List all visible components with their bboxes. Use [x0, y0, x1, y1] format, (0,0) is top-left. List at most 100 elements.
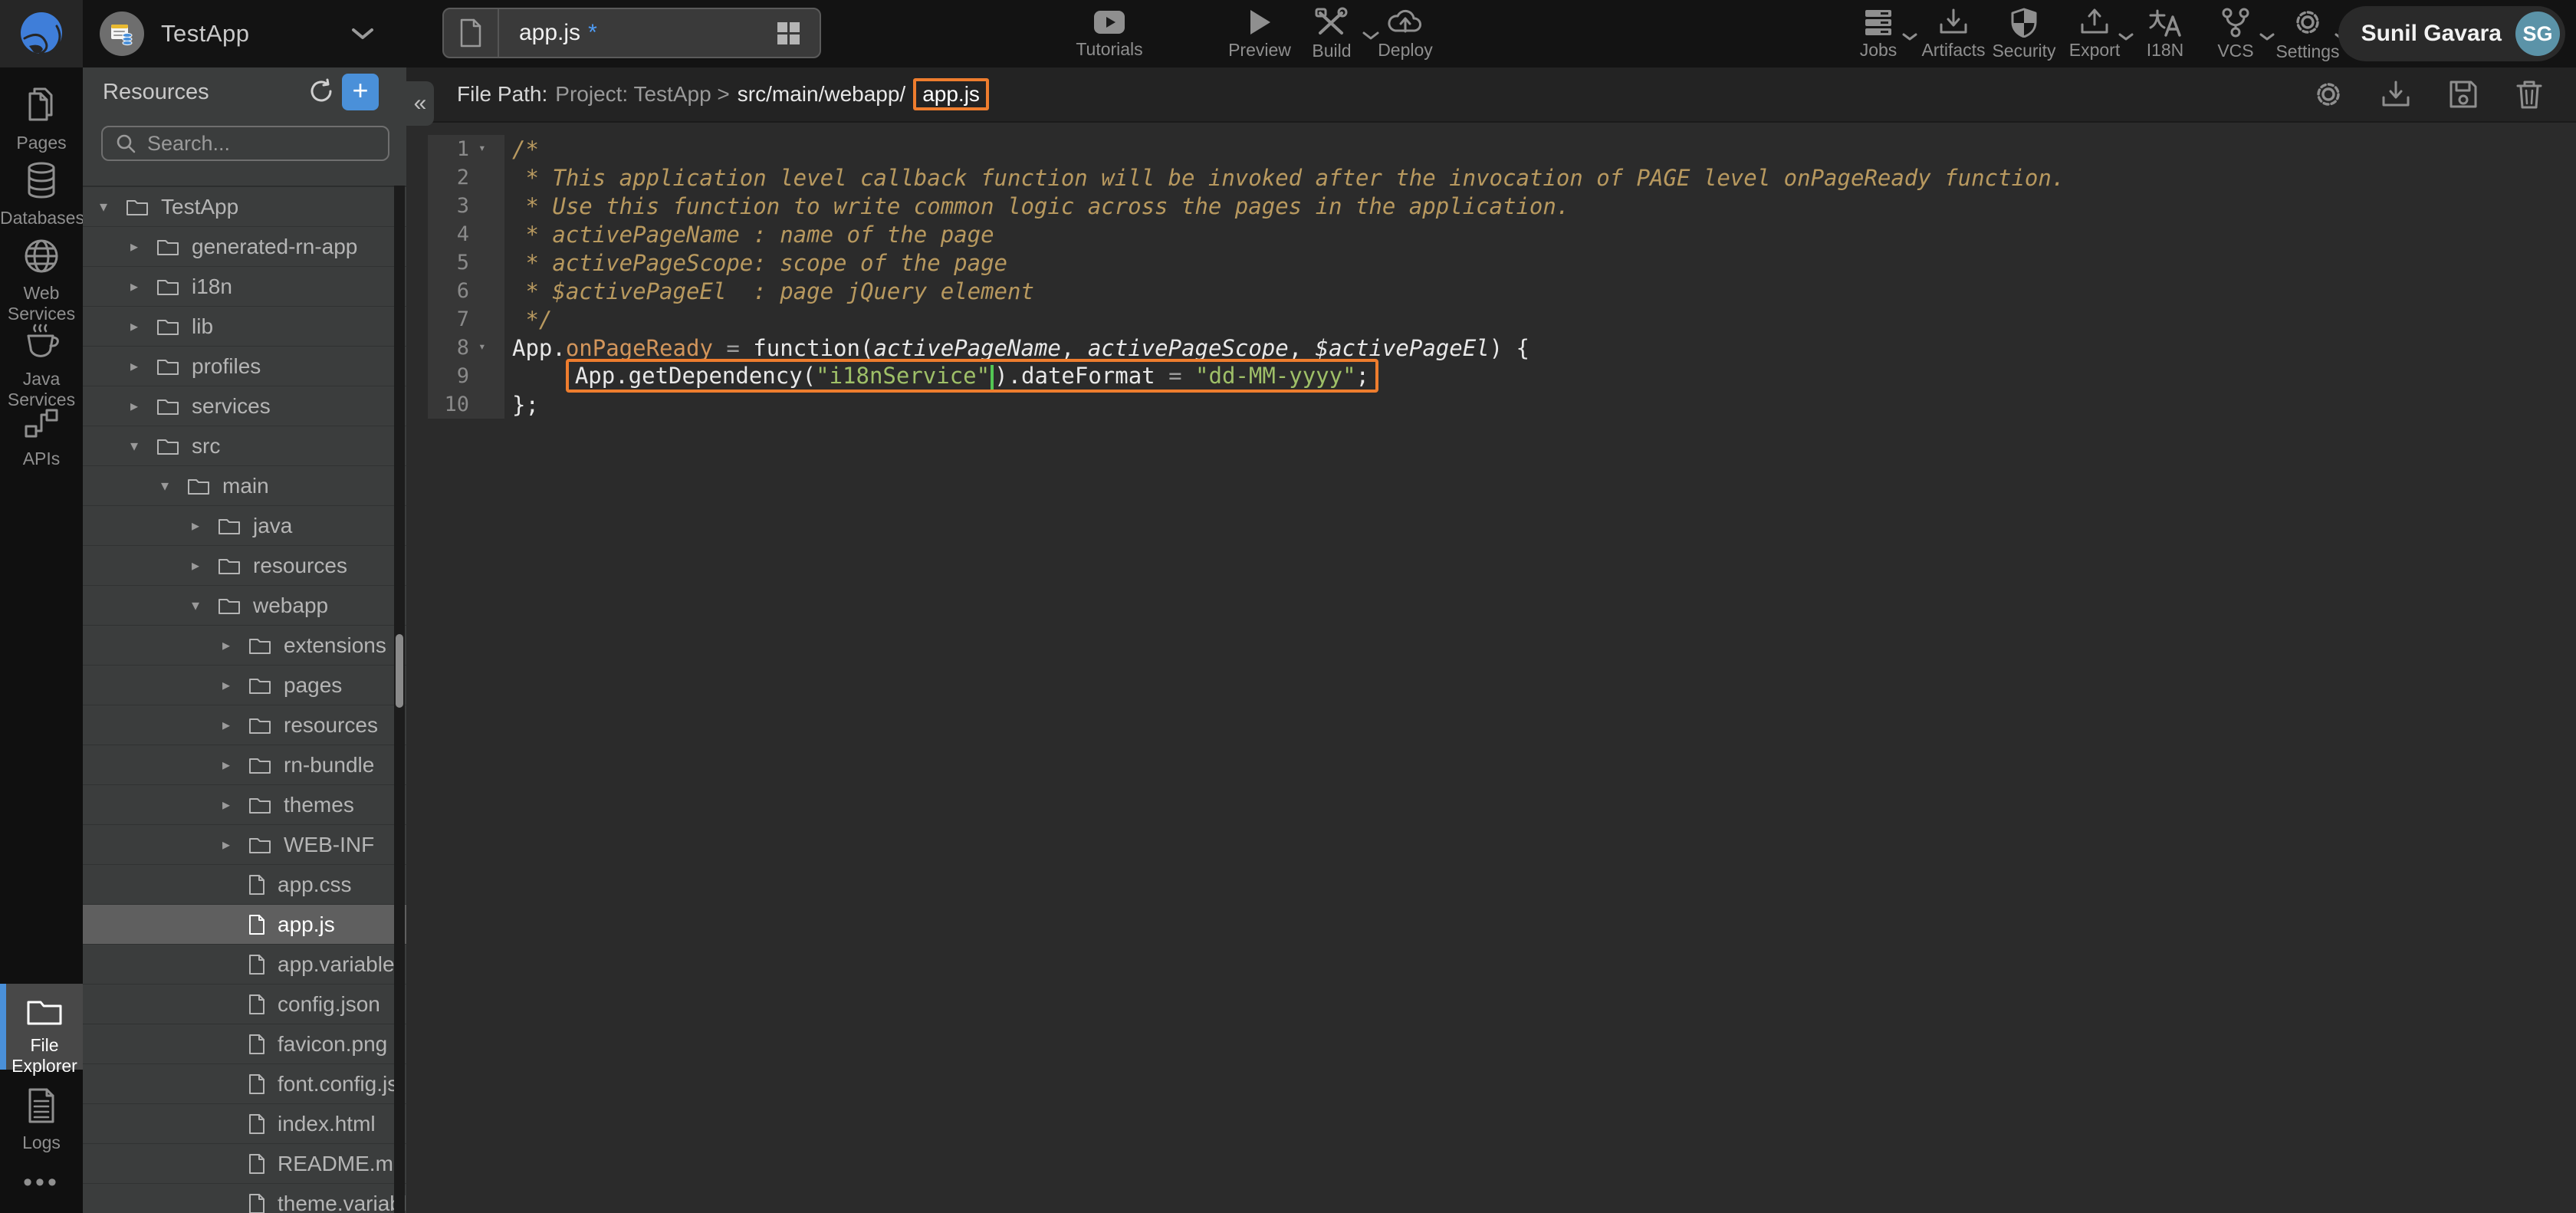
refresh-icon[interactable]	[307, 77, 336, 106]
tree-scrollbar-thumb[interactable]	[396, 634, 403, 708]
code-line-9[interactable]: 9 App.getDependency("i18nService").dateF…	[406, 362, 2576, 390]
tree-item-app.css[interactable]: app.css	[83, 865, 406, 905]
open-file-tab[interactable]: app.js *	[442, 8, 821, 58]
folder-icon	[25, 996, 64, 1027]
tree-item-i18n[interactable]: ▸i18n	[83, 267, 406, 307]
code-line-4[interactable]: 4 * activePageName : name of the page	[406, 220, 2576, 248]
settings-button[interactable]: Settings	[2269, 0, 2346, 67]
code-line-6[interactable]: 6 * $activePageEl : page jQuery element	[406, 277, 2576, 305]
tree-item-profiles[interactable]: ▸profiles	[83, 347, 406, 386]
tree-item-webapp[interactable]: ▾webapp	[83, 586, 406, 626]
tree-caret-icon[interactable]: ▸	[222, 676, 248, 695]
code-line-3[interactable]: 3 * Use this function to write common lo…	[406, 192, 2576, 220]
tree-caret-icon[interactable]: ▸	[130, 357, 156, 376]
tree-caret-icon[interactable]: ▸	[222, 636, 248, 655]
sidebar-item-web-services[interactable]: WebServices	[0, 238, 83, 324]
delete-icon[interactable]	[2515, 78, 2544, 110]
tree-caret-icon[interactable]: ▸	[192, 556, 218, 575]
code-line-7[interactable]: 7 */	[406, 305, 2576, 334]
sidebar-item-file-explorer[interactable]: FileExplorer	[0, 984, 83, 1070]
tree-item-README.md[interactable]: README.md	[83, 1144, 406, 1184]
add-resource-button[interactable]: +	[342, 74, 379, 110]
wavemaker-logo[interactable]	[0, 0, 83, 67]
grid-icon[interactable]	[775, 20, 801, 46]
tree-item-app.variables.js[interactable]: app.variables.js	[83, 945, 406, 985]
tutorials-button[interactable]: Tutorials	[1067, 0, 1152, 67]
project-selector[interactable]: TestApp	[100, 0, 374, 67]
build-button[interactable]: Build	[1290, 0, 1374, 67]
tree-item-favicon.png[interactable]: favicon.png	[83, 1024, 406, 1064]
chevron-down-icon[interactable]	[1901, 32, 1918, 41]
file-tree: ▾TestApp▸generated-rn-app▸i18n▸lib▸profi…	[83, 186, 406, 1213]
tree-caret-icon[interactable]: ▸	[222, 795, 248, 814]
code-line-1[interactable]: 1▾/*	[406, 135, 2576, 163]
code-area[interactable]: 1▾/*2 * This application level callback …	[406, 123, 2576, 1213]
more-options-button[interactable]: •••	[0, 1168, 83, 1198]
user-menu[interactable]: Sunil Gavara SG	[2338, 6, 2565, 61]
tree-item-index.html[interactable]: index.html	[83, 1104, 406, 1144]
tree-caret-icon[interactable]: ▸	[222, 755, 248, 774]
tutorials-label: Tutorials	[1076, 39, 1142, 60]
tree-item-label: app.variables.js	[278, 952, 406, 977]
download-file-icon[interactable]	[2380, 79, 2412, 110]
jobs-button[interactable]: Jobs	[1842, 0, 1915, 67]
tree-item-pages[interactable]: ▸pages	[83, 666, 406, 705]
tree-item-TestApp[interactable]: ▾TestApp	[83, 187, 406, 227]
security-button[interactable]: Security	[1987, 0, 2061, 67]
tree-item-label: lib	[192, 314, 213, 339]
fold-caret-icon[interactable]: ▾	[478, 334, 504, 362]
tree-item-font.config.js[interactable]: font.config.js	[83, 1064, 406, 1104]
search-icon	[115, 133, 136, 154]
code-line-2[interactable]: 2 * This application level callback func…	[406, 163, 2576, 192]
tree-caret-icon[interactable]: ▸	[222, 715, 248, 735]
tree-item-src[interactable]: ▾src	[83, 426, 406, 466]
save-icon[interactable]	[2447, 78, 2479, 110]
deploy-button[interactable]: Deploy	[1363, 0, 1447, 67]
tree-caret-icon[interactable]: ▸	[130, 237, 156, 256]
sidebar-item-logs[interactable]: Logs	[0, 1087, 83, 1153]
line-number: 2	[428, 163, 478, 192]
fold-gutter	[478, 277, 504, 305]
tree-caret-icon[interactable]: ▸	[222, 835, 248, 854]
fold-caret-icon[interactable]: ▾	[478, 135, 504, 163]
tree-item-generated-rn-app[interactable]: ▸generated-rn-app	[83, 227, 406, 267]
tree-item-resources[interactable]: ▸resources	[83, 705, 406, 745]
sidebar-item-pages[interactable]: Pages	[0, 86, 83, 153]
search-box[interactable]: Search...	[101, 126, 389, 161]
tree-item-themes[interactable]: ▸themes	[83, 785, 406, 825]
tree-caret-icon[interactable]: ▾	[100, 197, 126, 216]
tree-caret-icon[interactable]: ▾	[192, 596, 218, 615]
editor-settings-icon[interactable]	[2312, 78, 2344, 110]
tree-item-WEB-INF[interactable]: ▸WEB-INF	[83, 825, 406, 865]
chevron-down-icon[interactable]	[351, 28, 374, 40]
tree-item-services[interactable]: ▸services	[83, 386, 406, 426]
code-line-5[interactable]: 5 * activePageScope: scope of the page	[406, 248, 2576, 277]
tree-item-main[interactable]: ▾main	[83, 466, 406, 506]
vcs-button[interactable]: VCS	[2199, 0, 2272, 67]
tree-caret-icon[interactable]: ▸	[130, 396, 156, 416]
tree-caret-icon[interactable]: ▸	[130, 277, 156, 296]
tree-caret-icon[interactable]: ▾	[130, 436, 156, 455]
export-button[interactable]: Export	[2058, 0, 2131, 67]
sidebar-item-java-services[interactable]: JavaServices	[0, 322, 83, 410]
sidebar-item-databases[interactable]: Databases	[0, 161, 83, 228]
tree-caret-icon[interactable]: ▸	[130, 317, 156, 336]
collapse-panel-button[interactable]: «	[406, 81, 434, 126]
tree-caret-icon[interactable]: ▸	[192, 516, 218, 535]
server-stack-icon	[1862, 8, 1894, 37]
code-line-8[interactable]: 8▾App.onPageReady = function(activePageN…	[406, 334, 2576, 362]
tree-caret-icon[interactable]: ▾	[161, 476, 187, 495]
artifacts-button[interactable]: Artifacts	[1917, 0, 1990, 67]
code-line-10[interactable]: 10};	[406, 390, 2576, 419]
tree-item-resources[interactable]: ▸resources	[83, 546, 406, 586]
tree-item-rn-bundle[interactable]: ▸rn-bundle	[83, 745, 406, 785]
tree-scrollbar[interactable]	[394, 186, 405, 1213]
tree-item-lib[interactable]: ▸ lib	[83, 307, 406, 347]
i18n-button[interactable]: I18N	[2128, 0, 2202, 67]
tree-item-extensions[interactable]: ▸extensions	[83, 626, 406, 666]
tree-item-config.json[interactable]: config.json	[83, 985, 406, 1024]
sidebar-item-apis[interactable]: APIs	[0, 406, 83, 469]
tree-item-app.js[interactable]: app.js	[83, 905, 406, 945]
tree-item-theme.variables[interactable]: theme.variables	[83, 1184, 406, 1213]
tree-item-java[interactable]: ▸java	[83, 506, 406, 546]
